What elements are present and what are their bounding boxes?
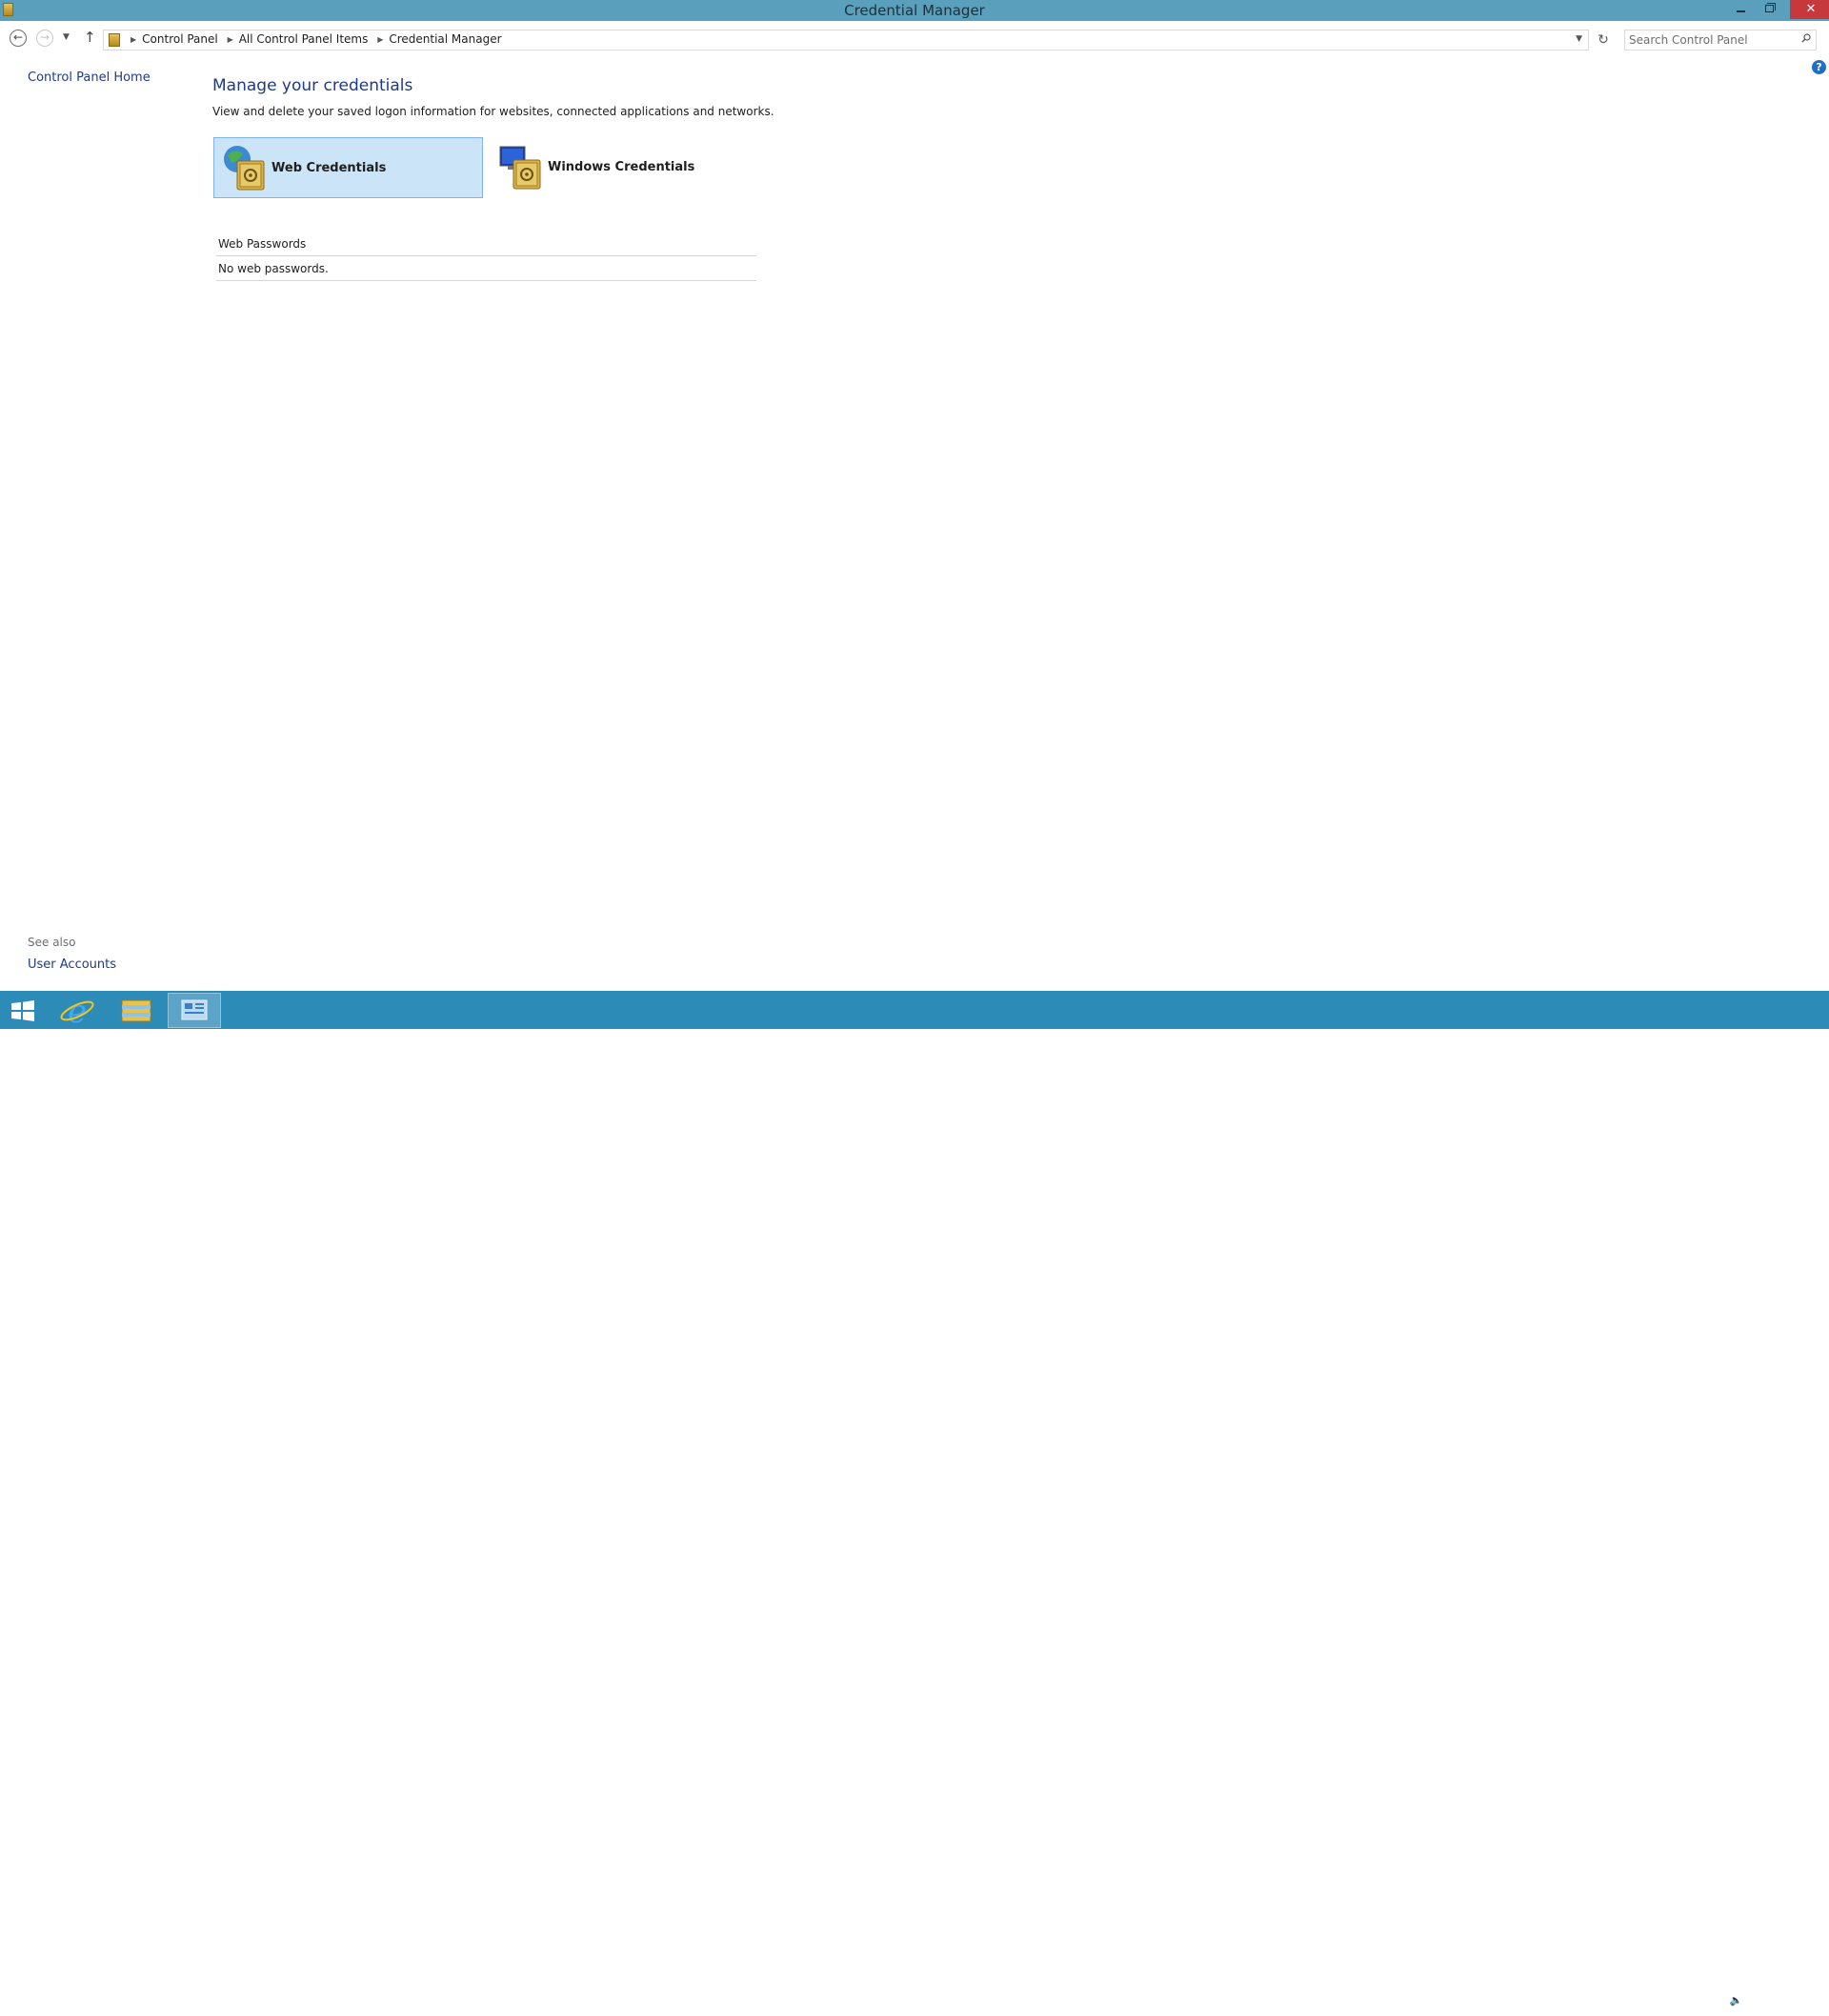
title-bar: Credential Manager ✕ xyxy=(0,0,1829,21)
taskbar-app-control-panel[interactable] xyxy=(168,993,221,1028)
divider xyxy=(216,280,756,281)
search-icon[interactable] xyxy=(1801,33,1811,43)
see-also-heading: See also xyxy=(28,936,76,949)
forward-button[interactable]: → xyxy=(36,30,53,47)
empty-list-message: No web passwords. xyxy=(218,262,329,275)
search-input[interactable] xyxy=(1629,32,1791,48)
recent-locations-dropdown[interactable]: ▼ xyxy=(63,32,70,42)
search-box[interactable] xyxy=(1624,30,1817,50)
restore-button[interactable] xyxy=(1758,0,1782,19)
chevron-down-icon: ▼ xyxy=(63,32,70,42)
network-icon[interactable]: ▥ xyxy=(1706,1994,1716,2006)
file-explorer-icon xyxy=(121,999,151,1022)
close-icon: ✕ xyxy=(1805,2,1817,16)
address-bar[interactable]: ▶ Control Panel ▶ All Control Panel Items … xyxy=(103,30,1589,50)
breadcrumb-item[interactable]: All Control Panel Items xyxy=(239,32,369,46)
restore-icon-front xyxy=(1765,5,1774,12)
minimize-button[interactable] xyxy=(1729,0,1754,19)
clock-date[interactable]: 7/20/2013 xyxy=(1757,2003,1823,2016)
breadcrumb: ▶ Control Panel ▶ All Control Panel Items … xyxy=(125,32,502,46)
start-icon[interactable] xyxy=(10,1000,36,1021)
volume-icon[interactable]: 🔈 xyxy=(1730,1994,1743,2006)
page-description: View and delete your saved logon informa… xyxy=(212,105,774,118)
control-panel-icon xyxy=(109,33,120,47)
chevron-right-icon[interactable]: ▶ xyxy=(228,35,233,44)
action-center-icon[interactable]: ⚑ xyxy=(1683,1994,1693,2006)
web-credentials-tile[interactable]: Web Credentials xyxy=(213,137,483,198)
address-dropdown[interactable]: ▼ xyxy=(1576,34,1582,44)
back-button[interactable]: ← xyxy=(10,30,27,47)
refresh-button[interactable]: ↻ xyxy=(1594,30,1613,50)
show-hidden-icons-icon[interactable]: ▲ xyxy=(1662,1994,1670,2006)
svg-text:e: e xyxy=(68,993,87,1028)
breadcrumb-item[interactable]: Control Panel xyxy=(142,32,218,46)
globe-vault-icon xyxy=(224,146,265,191)
taskbar-app-internet-explorer[interactable]: e xyxy=(50,993,104,1031)
tile-label: Windows Credentials xyxy=(548,160,695,174)
control-panel-home-link[interactable]: Control Panel Home xyxy=(28,71,151,85)
chevron-down-icon: ▼ xyxy=(1576,34,1582,44)
arrow-up-icon: ↑ xyxy=(84,29,96,46)
refresh-icon: ↻ xyxy=(1598,32,1609,48)
web-passwords-header[interactable]: Web Passwords xyxy=(218,237,306,251)
user-accounts-link[interactable]: User Accounts xyxy=(28,958,116,972)
taskbar-app-file-explorer[interactable] xyxy=(109,993,162,1028)
monitor-vault-icon xyxy=(499,146,541,190)
minimize-icon xyxy=(1737,10,1745,12)
taskbar: e The Collection Book ▲ ⚑ ▥ 🔈 5:17 PM 7/… xyxy=(0,991,1829,2016)
control-panel-icon xyxy=(181,999,208,1020)
chevron-right-icon[interactable]: ▶ xyxy=(377,35,383,44)
internet-explorer-icon: e xyxy=(60,993,94,1031)
windows-credentials-tile[interactable]: Windows Credentials xyxy=(491,137,760,198)
up-button[interactable]: ↑ xyxy=(84,29,96,46)
system-tray: ▲ ⚑ ▥ 🔈 xyxy=(1662,1994,1742,2006)
close-button[interactable]: ✕ xyxy=(1790,0,1829,19)
tile-label: Web Credentials xyxy=(271,161,387,175)
chevron-right-icon[interactable]: ▶ xyxy=(131,35,136,44)
window-title: Credential Manager xyxy=(844,2,985,19)
help-icon[interactable]: ? xyxy=(1812,60,1826,74)
clock-time[interactable]: 5:17 PM xyxy=(1766,1986,1823,2000)
divider xyxy=(216,255,756,256)
arrow-left-icon: ← xyxy=(12,30,24,44)
page-title: Manage your credentials xyxy=(212,76,413,95)
breadcrumb-item[interactable]: Credential Manager xyxy=(389,32,501,46)
arrow-right-icon: → xyxy=(39,30,50,44)
